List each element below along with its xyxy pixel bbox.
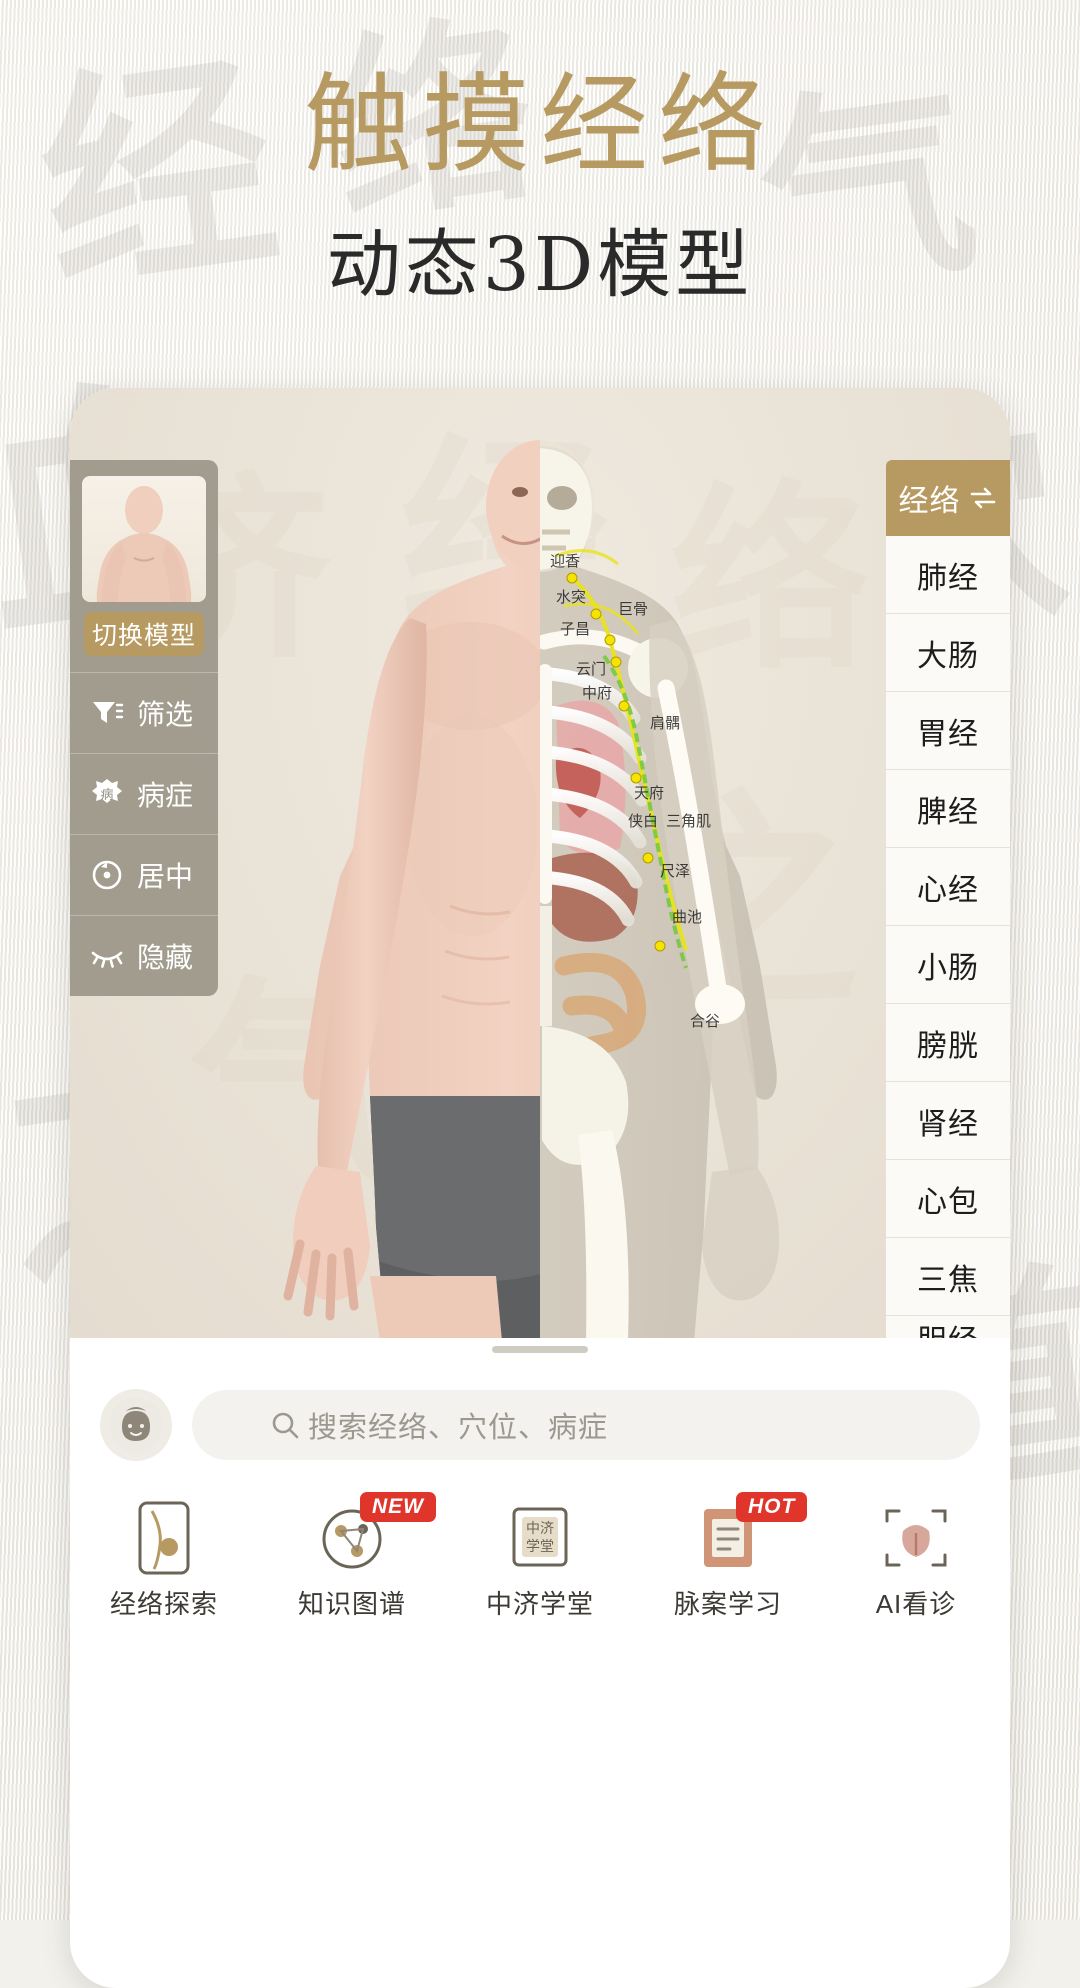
meridian-item[interactable]: 胆经 xyxy=(886,1316,1010,1338)
rail-label-center: 居中 xyxy=(137,861,194,892)
meridian-panel-header[interactable]: 经络 xyxy=(886,460,1010,536)
rail-label-hide: 隐藏 xyxy=(137,942,194,973)
hide-eye-icon xyxy=(91,951,123,968)
ai-diagnosis-icon xyxy=(831,1496,1001,1580)
anatomy-svg: 迎香 水突 子昌 巨骨 云门 中府 肩髃 天府 侠白 三角肌 尺泽 曲池 合谷 xyxy=(283,440,780,1338)
thumbnail-figure-icon xyxy=(96,486,192,602)
meridian-item[interactable]: 三焦 xyxy=(886,1238,1010,1316)
nav-item-case-study[interactable]: HOT 脉案学习 xyxy=(643,1492,813,1621)
rail-label-filter: 筛选 xyxy=(137,699,194,730)
svg-text:病: 病 xyxy=(100,788,113,803)
svg-text:迎香: 迎香 xyxy=(550,552,580,570)
svg-text:三角肌: 三角肌 xyxy=(666,812,711,830)
badge-new: NEW xyxy=(360,1492,436,1522)
meridian-item[interactable]: 心经 xyxy=(886,848,1010,926)
model-switch-label: 切换模型 xyxy=(84,612,204,656)
nav-item-ai-diagnosis[interactable]: AI看诊 xyxy=(831,1496,1001,1621)
left-tool-rail[interactable]: 切换模型 筛选 病 病症 居中 隐藏 xyxy=(70,460,218,996)
rail-label-symptom: 病症 xyxy=(137,780,194,811)
nav-item-academy[interactable]: 中济 学堂 中济学堂 xyxy=(455,1496,625,1621)
svg-text:中府: 中府 xyxy=(582,684,612,702)
avatar[interactable] xyxy=(100,1389,172,1461)
svg-text:子昌: 子昌 xyxy=(560,620,590,638)
badge-hot: HOT xyxy=(736,1492,808,1522)
drag-handle[interactable] xyxy=(492,1346,588,1353)
rail-button-filter[interactable]: 筛选 xyxy=(70,672,218,753)
bottom-navigation[interactable]: 经络探索 NEW 知识图谱 中济 学堂 中济学堂 HOT 脉案学习 AI看诊 xyxy=(70,1486,1010,1656)
model-viewport[interactable]: 济 经 络 之 气 xyxy=(70,388,1010,1338)
model-switch-button[interactable]: 切换模型 xyxy=(70,460,218,656)
meridian-item[interactable]: 胃经 xyxy=(886,692,1010,770)
nav-item-knowledge-graph[interactable]: NEW 知识图谱 xyxy=(267,1492,437,1621)
svg-text:侠白: 侠白 xyxy=(628,812,658,830)
meridian-list-panel[interactable]: 经络 肺经 大肠 胃经 脾经 心经 小肠 膀胱 肾经 心包 三焦 胆经 xyxy=(886,460,1010,1338)
svg-text:曲池: 曲池 xyxy=(672,908,702,926)
swap-arrows-icon[interactable] xyxy=(968,487,998,509)
svg-text:巨骨: 巨骨 xyxy=(618,600,648,618)
search-placeholder: 搜索经络、穴位、病症 xyxy=(308,1412,609,1444)
rail-button-symptom[interactable]: 病 病症 xyxy=(70,753,218,834)
rail-button-hide[interactable]: 隐藏 xyxy=(70,915,218,996)
filter-icon xyxy=(93,702,124,723)
rail-button-center[interactable]: 居中 xyxy=(70,834,218,915)
buddha-avatar-icon xyxy=(109,1398,163,1452)
svg-text:天府: 天府 xyxy=(634,784,664,802)
symptom-icon: 病 xyxy=(92,779,122,803)
nav-label: 知识图谱 xyxy=(297,1589,406,1619)
meridian-item[interactable]: 心包 xyxy=(886,1160,1010,1238)
meridian-item[interactable]: 肾经 xyxy=(886,1082,1010,1160)
nav-label: 经络探索 xyxy=(109,1589,218,1619)
center-icon xyxy=(92,860,122,890)
meridian-item[interactable]: 肺经 xyxy=(886,536,1010,614)
phone-mockup: 济 经 络 之 气 xyxy=(70,388,1010,1988)
svg-text:肩髃: 肩髃 xyxy=(650,714,680,732)
svg-text:合谷: 合谷 xyxy=(690,1012,720,1030)
academy-icon: 中济 学堂 xyxy=(455,1496,625,1580)
meridian-item[interactable]: 大肠 xyxy=(886,614,1010,692)
nav-label: 中济学堂 xyxy=(485,1589,594,1619)
meridian-item[interactable]: 脾经 xyxy=(886,770,1010,848)
meridian-panel-title: 经络 xyxy=(898,485,961,518)
human-anatomy-model[interactable]: 迎香 水突 子昌 巨骨 云门 中府 肩髃 天府 侠白 三角肌 尺泽 曲池 合谷 xyxy=(220,406,860,1338)
svg-text:尺泽: 尺泽 xyxy=(660,862,690,880)
meridian-explore-icon xyxy=(79,1496,249,1580)
page-subtitle: 动态3D模型 xyxy=(326,222,754,309)
nav-label: AI看诊 xyxy=(875,1589,957,1619)
page-title: 触摸经络 xyxy=(303,63,776,188)
search-input[interactable]: 搜索经络、穴位、病症 xyxy=(192,1390,980,1460)
svg-text:云门: 云门 xyxy=(576,660,606,678)
search-icon xyxy=(272,1412,299,1439)
svg-text:水突: 水突 xyxy=(556,588,586,606)
svg-text:中济: 中济 xyxy=(526,1521,554,1537)
human-model-thumbnail[interactable] xyxy=(82,476,206,602)
nav-item-meridian-explore[interactable]: 经络探索 xyxy=(79,1496,249,1621)
meridian-item[interactable]: 小肠 xyxy=(886,926,1010,1004)
meridian-item[interactable]: 膀胱 xyxy=(886,1004,1010,1082)
nav-label: 脉案学习 xyxy=(673,1589,782,1619)
search-row: 搜索经络、穴位、病症 xyxy=(70,1372,1010,1478)
svg-text:学堂: 学堂 xyxy=(526,1539,554,1555)
